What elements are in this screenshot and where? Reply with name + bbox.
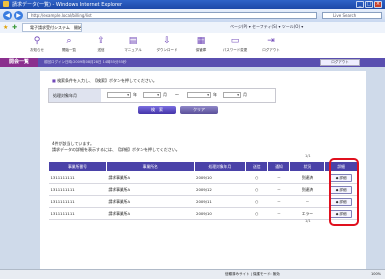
period: 2009/11: [194, 195, 246, 208]
clear-button[interactable]: クリア: [180, 106, 218, 114]
table-row: 1311111111 請求事業所A 2009/11 ○ － － ◆ 詳細: [48, 195, 358, 208]
download-icon: ⇩: [163, 36, 171, 46]
date-filter: 処理対象年月 ▾ 年 ▾ 月 〜 ▾ 年 ▾ 月: [48, 88, 276, 103]
close-icon[interactable]: ×: [374, 1, 382, 8]
col-office-name: 事業所名: [106, 161, 195, 172]
from-year-select[interactable]: ▾: [107, 92, 131, 98]
toolbar-notice[interactable]: ⚲ お知らせ: [20, 35, 54, 57]
toolbar-password[interactable]: ▭ パスワード変更: [218, 35, 252, 57]
to-month-unit: 月: [243, 92, 247, 97]
main-panel: ■ 検索条件を入力し、【検索】ボタンを押してください。 処理対象年月 ▾ 年 ▾…: [40, 71, 366, 269]
office-name: 請求事業所A: [106, 195, 195, 208]
browser-tab[interactable]: 電子請求受付システム 開始一覧: [22, 23, 82, 32]
archive-icon: ▦: [196, 36, 206, 46]
from-month-select[interactable]: ▾: [143, 92, 161, 98]
status-text: －: [289, 195, 325, 208]
status-text: エラー: [289, 207, 325, 220]
period: 2009/10: [194, 207, 246, 220]
table-row: 1311111111 請求事業所A 2009/10 ○ － 到達済 ◆ 詳細: [48, 171, 358, 184]
back-icon[interactable]: ◀: [3, 11, 12, 20]
toolbar-download[interactable]: ⇩ ダウンロード: [150, 35, 184, 57]
to-month-select[interactable]: ▾: [223, 92, 241, 98]
search-input[interactable]: Live Search: [322, 12, 382, 19]
menu-bar: 開会一覧 前回ログイン日時:2009年08月28日 14時55分55秒 ログアウ…: [0, 58, 385, 67]
status-text: 到達済: [289, 171, 325, 184]
toolbar-start-list[interactable]: ⌕ 開始一覧: [52, 35, 86, 57]
manual-icon: ▤: [128, 36, 138, 46]
notice-mark: －: [267, 183, 290, 196]
from-month-unit: 月: [163, 92, 167, 97]
to-year-select[interactable]: ▾: [187, 92, 211, 98]
result-message: 4件が該当しています。 請求データの詳細を表示するには、【詳細】ボタンを押してく…: [52, 141, 180, 152]
col-period: 処理対象年月: [193, 161, 247, 172]
page-content: ⚲ お知らせ ⌕ 開始一覧 ⇪ 送信 ▤ マニュアル ⇩ ダウンロード ▦ 保管庫 ▭ パスワ…: [0, 33, 385, 269]
col-notice: 通知: [267, 161, 291, 172]
notice-mark: －: [267, 195, 290, 208]
detail-column-highlight: [329, 158, 359, 226]
sent-mark: ○: [245, 207, 268, 220]
table-header-row: 事業所番号 事業所名 処理対象年月 送信 通知 状況 詳細: [48, 161, 358, 172]
page-title: 開会一覧: [0, 58, 38, 67]
logout-button[interactable]: ログアウト: [320, 59, 360, 66]
app-toolbar: ⚲ お知らせ ⌕ 開始一覧 ⇪ 送信 ▤ マニュアル ⇩ ダウンロード ▦ 保管庫 ▭ パスワ…: [0, 33, 385, 59]
to-year-unit: 年: [213, 92, 217, 97]
forward-icon[interactable]: ▶: [14, 11, 23, 20]
notice-mark: －: [267, 207, 290, 220]
bullet-icon: ■: [52, 78, 56, 83]
add-favorite-icon[interactable]: ✚: [12, 24, 17, 31]
search-button[interactable]: 検 索: [138, 106, 176, 114]
period: 2009/12: [194, 183, 246, 196]
sent-mark: ○: [245, 183, 268, 196]
table-row: 1311111111 請求事業所A 2009/12 ○ － 到達済 ◆ 詳細: [48, 183, 358, 196]
col-sent: 送信: [245, 161, 269, 172]
office-number: 1311111111: [48, 171, 107, 184]
sent-mark: ○: [245, 171, 268, 184]
address-input[interactable]: http://example.local/billing/list: [27, 12, 317, 19]
table-row: 1311111111 請求事業所A 2009/10 ○ － エラー ◆ 詳細: [48, 207, 358, 220]
office-number: 1311111111: [48, 207, 107, 220]
address-bar-area: ◀ ▶ http://example.local/billing/list Li…: [0, 9, 385, 22]
status-text: 到達済: [289, 183, 325, 196]
toolbar-logout[interactable]: ⇥ ログアウト: [254, 35, 288, 57]
office-number: 1311111111: [48, 183, 107, 196]
col-status: 状況: [289, 161, 326, 172]
period: 2009/10: [194, 171, 246, 184]
minimize-icon[interactable]: _: [356, 1, 364, 8]
toolbar-send[interactable]: ⇪ 送信: [84, 35, 118, 57]
ie-icon: [3, 1, 9, 7]
window-title: 請求データ(一覧) - Windows Internet Explorer: [12, 2, 123, 8]
notice-mark: －: [267, 171, 290, 184]
send-icon: ⇪: [97, 36, 105, 46]
last-login-info: 前回ログイン日時:2009年08月28日 14時55分55秒: [44, 60, 127, 64]
search-icon: ⌕: [66, 36, 72, 46]
instruction-text: ■ 検索条件を入力し、【検索】ボタンを押してください。: [52, 78, 157, 83]
office-name: 請求事業所A: [106, 207, 195, 220]
title-bar: 請求データ(一覧) - Windows Internet Explorer _ …: [0, 0, 385, 9]
browser-window: 請求データ(一覧) - Windows Internet Explorer _ …: [0, 0, 385, 279]
notice-icon: ⚲: [33, 36, 41, 46]
col-office-number: 事業所番号: [48, 161, 107, 172]
page-indicator-bottom: 1/1: [305, 219, 311, 223]
sent-mark: ○: [245, 195, 268, 208]
page-indicator: 1/1: [305, 154, 311, 158]
billing-table: 事業所番号 事業所名 処理対象年月 送信 通知 状況 詳細 1311111111…: [48, 161, 358, 220]
password-icon: ▭: [230, 36, 240, 46]
command-bar[interactable]: ページ(P) ▾ セーフティ(S) ▾ ツール(O) ▾: [230, 24, 303, 30]
filter-label: 処理対象年月: [49, 89, 101, 102]
office-name: 請求事業所A: [106, 183, 195, 196]
logout-icon: ⇥: [267, 36, 275, 46]
toolbar-archive[interactable]: ▦ 保管庫: [184, 35, 218, 57]
favorites-star-icon[interactable]: ★: [3, 24, 8, 31]
maximize-icon[interactable]: □: [365, 1, 373, 8]
toolbar-manual[interactable]: ▤ マニュアル: [116, 35, 150, 57]
office-name: 請求事業所A: [106, 171, 195, 184]
office-number: 1311111111: [48, 195, 107, 208]
from-year-unit: 年: [133, 92, 137, 97]
range-separator: 〜: [175, 92, 179, 97]
